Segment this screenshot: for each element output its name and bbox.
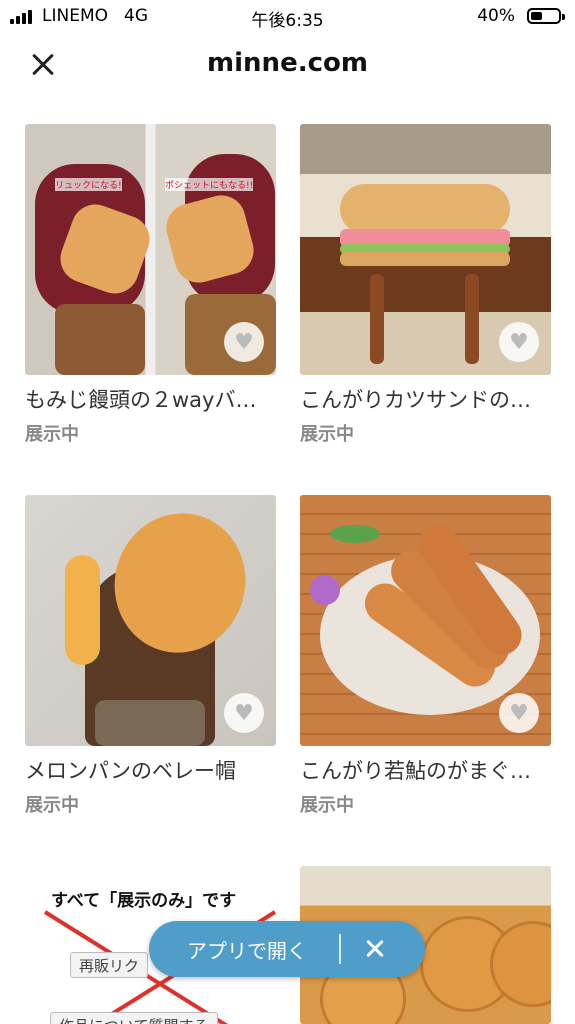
heart-icon[interactable]: ♥ bbox=[499, 693, 539, 733]
product-image[interactable]: リュックになる! ポシェットにもなる!! ♥ bbox=[25, 124, 276, 375]
close-banner-icon[interactable] bbox=[361, 935, 389, 963]
product-status: 展示中 bbox=[300, 424, 354, 445]
caption-pochette: ポシェットにもなる!! bbox=[165, 178, 254, 191]
heart-icon[interactable]: ♥ bbox=[499, 322, 539, 362]
battery-percent: 40% bbox=[477, 6, 515, 26]
product-title[interactable]: もみじ饅頭の２wayバ… bbox=[25, 384, 276, 414]
product-image[interactable]: ♥ bbox=[25, 495, 276, 746]
caption-backpack: リュックになる! bbox=[55, 178, 122, 191]
product-status: 展示中 bbox=[25, 424, 79, 445]
product-image[interactable]: ♥ bbox=[300, 124, 551, 375]
product-status: 展示中 bbox=[300, 795, 354, 816]
open-in-app-button[interactable]: アプリで開く bbox=[187, 935, 307, 964]
product-title[interactable]: こんがりカツサンドの… bbox=[300, 384, 551, 414]
heart-icon[interactable]: ♥ bbox=[224, 322, 264, 362]
open-in-app-banner: アプリで開く bbox=[149, 921, 425, 977]
product-title[interactable]: メロンパンのベレー帽 bbox=[25, 755, 276, 785]
product-image[interactable]: ♥ bbox=[300, 495, 551, 746]
site-title: minne.com bbox=[207, 48, 368, 78]
heart-icon[interactable]: ♥ bbox=[224, 693, 264, 733]
question-button: 作品について質問する bbox=[50, 1012, 218, 1024]
notice-text: すべて「展示のみ」です bbox=[51, 891, 237, 911]
battery-icon bbox=[527, 8, 565, 24]
product-status: 展示中 bbox=[25, 795, 79, 816]
reorder-request-button: 再販リク bbox=[70, 952, 149, 978]
status-bar: LINEMO 4G 午後6:35 40% bbox=[0, 0, 575, 34]
product-title[interactable]: こんがり若鮎のがまぐ… bbox=[300, 755, 551, 785]
divider bbox=[339, 934, 341, 964]
